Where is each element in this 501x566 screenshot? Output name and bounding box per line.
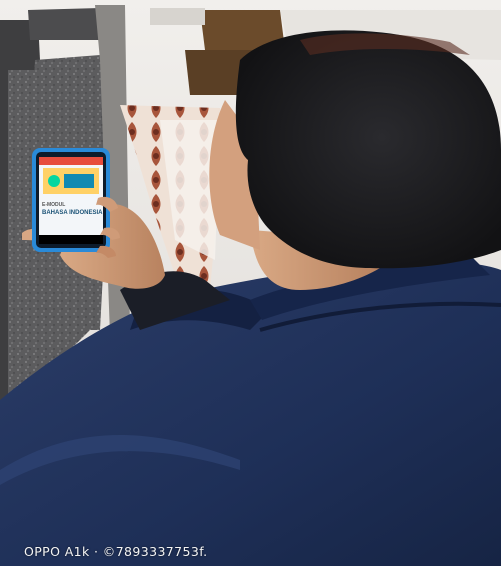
camera-watermark: OPPO A1k · ©7893337753f.	[24, 544, 208, 559]
phone-illustration-shape	[48, 175, 60, 187]
phone-title: BAHASA INDONESIA	[42, 210, 103, 216]
phone-status-bar	[39, 157, 103, 165]
photo-scene: E-MODUL BAHASA INDONESIA	[0, 0, 501, 566]
phone-illustration-block	[64, 174, 94, 188]
phone-small-label: E-MODUL	[42, 202, 65, 208]
background-wall	[150, 8, 205, 25]
photo: E-MODUL BAHASA INDONESIA OPPO A1k · ©789…	[0, 0, 501, 566]
hair	[235, 30, 501, 269]
phone-nav-bar	[39, 235, 103, 244]
grave-top-block	[28, 8, 104, 40]
